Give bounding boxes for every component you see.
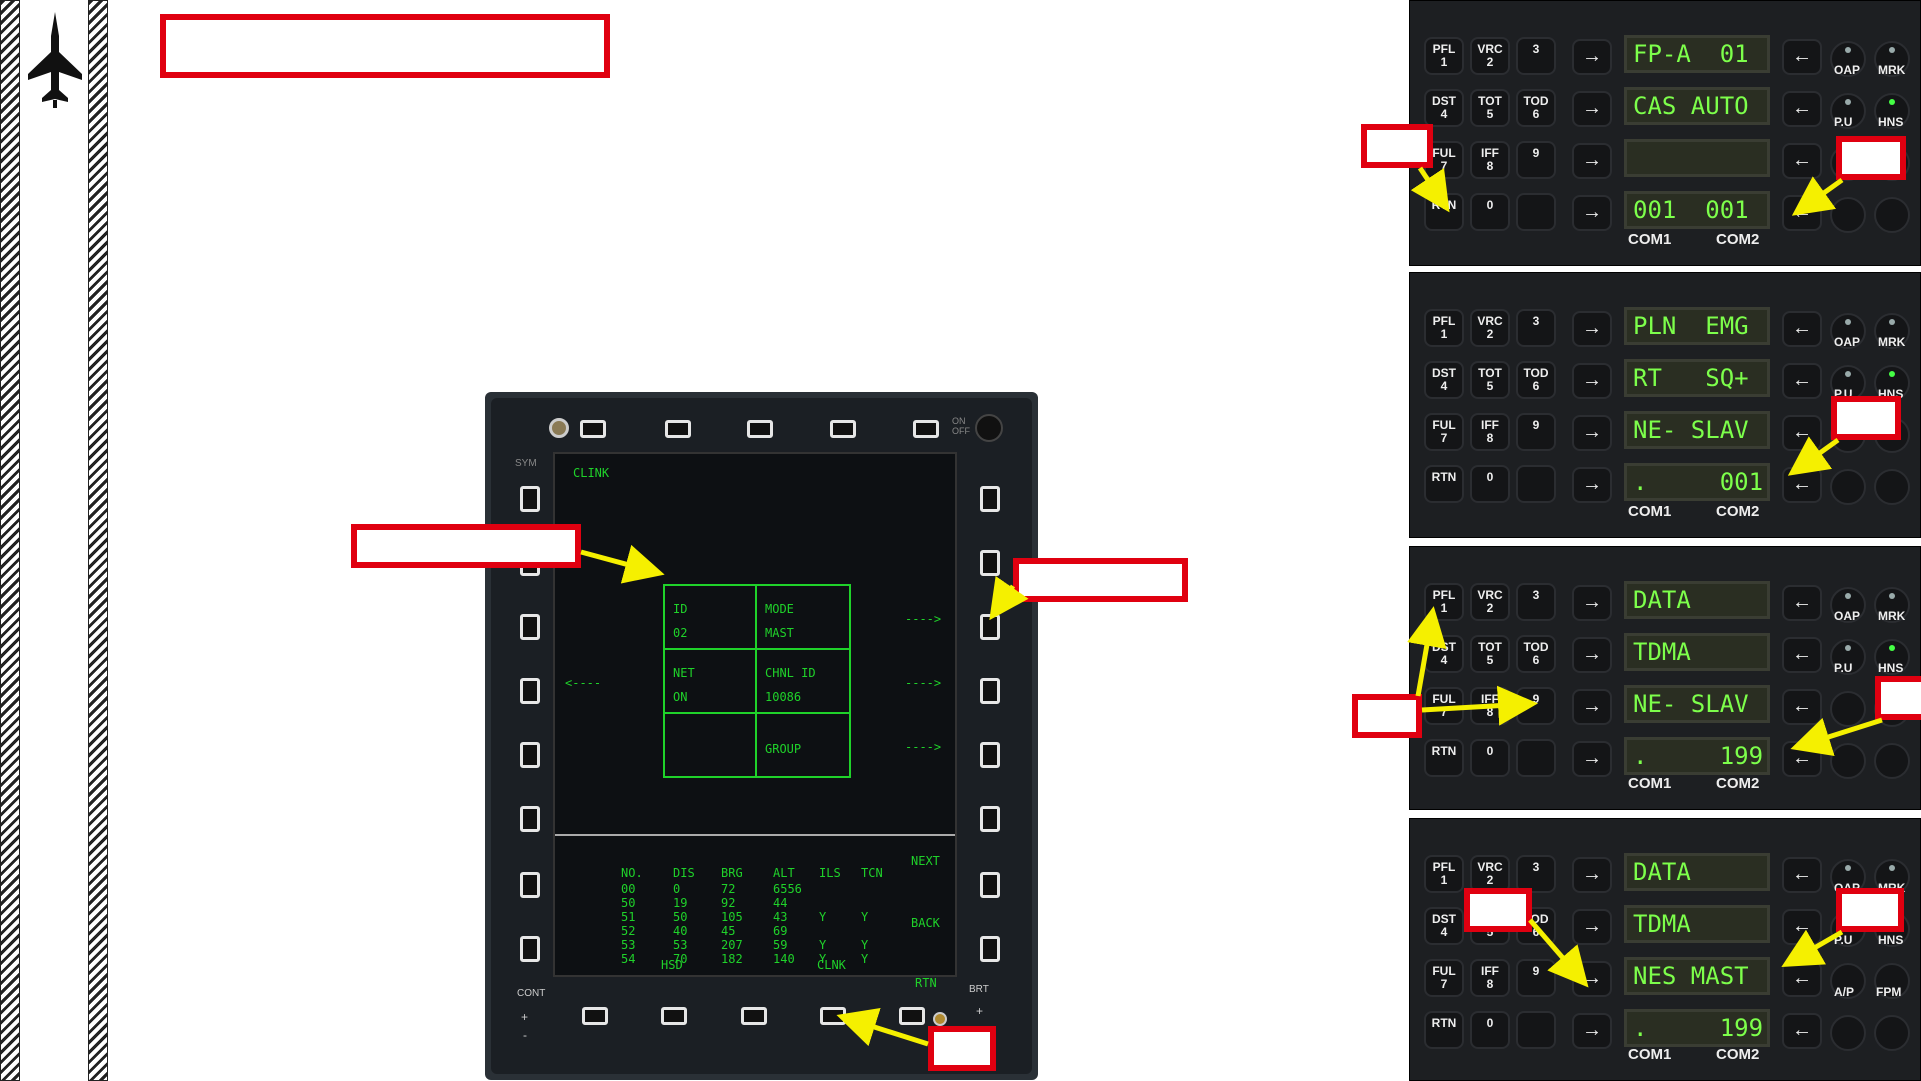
- arrow-ufc4-left: [1528, 918, 1589, 988]
- arrow-osb: [989, 575, 1029, 621]
- arrow-ufc3-right: [1790, 717, 1883, 756]
- arrow-ufc1-rtn: [1410, 166, 1450, 213]
- arrow-clnk: [836, 1008, 929, 1047]
- slide: ON OFF SYM CONT BRT + - + CLINK ID 02 MO…: [0, 0, 1921, 1081]
- callout-arrows: [580, 166, 1883, 1047]
- arrow-ufc3-pfl: [1407, 606, 1447, 697]
- arrow-ufc3-9: [1421, 685, 1538, 726]
- arrow-grid: [580, 544, 665, 584]
- arrow-ufc2-right: [1787, 436, 1840, 476]
- arrow-ufc1-right: [1791, 176, 1844, 216]
- arrow-ufc4-right: [1781, 929, 1844, 967]
